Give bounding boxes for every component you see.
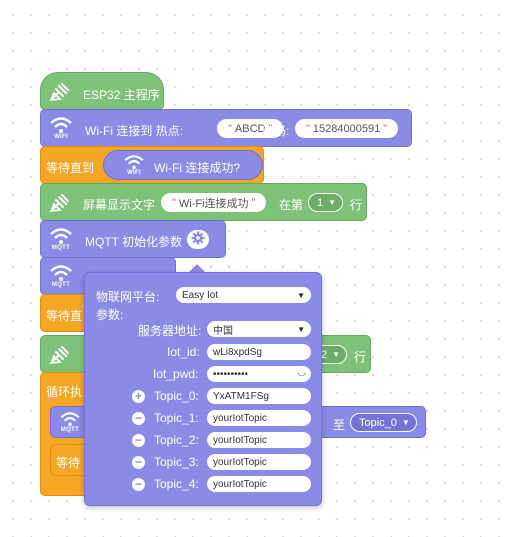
topic-label: Topic_2: bbox=[154, 433, 199, 447]
platform-label: 物联网平台: bbox=[96, 290, 160, 304]
hand-pointer-icon bbox=[47, 81, 73, 103]
chevron-down-icon: ▼ bbox=[401, 418, 410, 427]
row-dropdown[interactable]: 1 ▼ bbox=[308, 193, 344, 212]
eye-icon[interactable]: ◡ bbox=[297, 367, 306, 378]
wifi-icon: MQTT bbox=[55, 408, 85, 438]
wifi-icon: MQTT bbox=[45, 262, 77, 292]
topic-input[interactable]: YxATM1FSg bbox=[207, 388, 311, 404]
params-label: 参数: bbox=[96, 308, 124, 322]
topic-label: Topic_3: bbox=[154, 455, 199, 469]
wifi-connect-block[interactable]: WIFI Wi-Fi 连接到 热点: " ABCD " 密码: " 152840005… bbox=[40, 109, 412, 147]
topic-input[interactable]: yourIotTopic bbox=[207, 476, 311, 492]
remove-topic-button[interactable]: − bbox=[132, 434, 145, 447]
wifi-icon: MQTT bbox=[45, 225, 77, 255]
mutator-gear-button[interactable] bbox=[187, 230, 209, 249]
topic-input[interactable]: yourIotTopic bbox=[207, 410, 311, 426]
topic-dropdown[interactable]: Topic_0 ▼ bbox=[350, 413, 417, 432]
chevron-down-icon: ▼ bbox=[297, 290, 305, 300]
add-topic-button[interactable]: + bbox=[132, 390, 145, 403]
row-label: 行 bbox=[350, 198, 363, 212]
wifi-connected-label: Wi-Fi 连接成功? bbox=[154, 161, 240, 175]
wifi-icon: WIFI bbox=[118, 152, 150, 180]
password-input[interactable]: " 15284000591 " bbox=[295, 119, 399, 138]
screen-display-text-block[interactable]: 屏幕显示文字 " Wi-Fi连接成功 " 在第 1 ▼ 行 bbox=[40, 183, 367, 221]
iot-id-label: Iot_id: bbox=[167, 345, 200, 359]
chevron-down-icon: ▼ bbox=[328, 198, 337, 207]
password-label: 密码: bbox=[262, 124, 290, 138]
topic-input[interactable]: yourIotTopic bbox=[207, 454, 311, 470]
iot-pwd-label: Iot_pwd: bbox=[153, 367, 199, 381]
server-address-select[interactable]: 中国 ▼ bbox=[207, 321, 311, 337]
forever-loop-label: 循环执 bbox=[46, 385, 83, 399]
server-address-label: 服务器地址: bbox=[138, 324, 202, 338]
wifi-connect-label: Wi-Fi 连接到 热点: bbox=[85, 124, 183, 138]
iot-id-input[interactable]: wLi8xpdSg bbox=[207, 344, 311, 360]
iot-pwd-input[interactable]: •••••••••• ◡ bbox=[207, 366, 311, 382]
chevron-down-icon: ▼ bbox=[332, 350, 341, 359]
remove-topic-button[interactable]: − bbox=[132, 456, 145, 469]
esp32-main-hat-block[interactable]: ESP32 主程序 bbox=[40, 72, 164, 110]
wifi-connected-condition[interactable]: WIFI Wi-Fi 连接成功? bbox=[103, 150, 263, 180]
platform-select[interactable]: Easy Iot ▼ bbox=[176, 287, 311, 303]
wait-until-label: 等待直 bbox=[46, 309, 83, 323]
row-label: 行 bbox=[354, 350, 367, 364]
chevron-down-icon: ▼ bbox=[297, 324, 305, 334]
hand-pointer-icon bbox=[47, 192, 73, 214]
mqtt-init-label: MQTT 初始化参数 bbox=[85, 235, 183, 249]
mqtt-init-block[interactable]: MQTT MQTT 初始化参数 bbox=[40, 220, 226, 258]
topic-input[interactable]: yourIotTopic bbox=[207, 432, 311, 448]
mqtt-params-mutator: 物联网平台: Easy Iot ▼ 参数: 服务器地址: 中国 ▼ Iot_id: … bbox=[84, 272, 322, 506]
screen-text-label: 屏幕显示文字 bbox=[83, 198, 156, 212]
topic-label: Topic_0: bbox=[154, 389, 199, 403]
topic-label: Topic_4: bbox=[154, 477, 199, 491]
gear-icon bbox=[191, 231, 205, 248]
hand-pointer-icon bbox=[47, 344, 73, 366]
remove-topic-button[interactable]: − bbox=[132, 412, 145, 425]
to-label: 至 bbox=[333, 418, 346, 432]
wait-until-block[interactable]: 等待直到 WIFI Wi-Fi 连接成功? bbox=[40, 146, 264, 184]
wifi-icon: WIFI bbox=[45, 114, 77, 144]
at-row-label: 在第 bbox=[279, 198, 304, 212]
main-hat-label: ESP32 主程序 bbox=[83, 88, 160, 102]
screen-text-input[interactable]: " Wi-Fi连接成功 " bbox=[161, 193, 267, 212]
wait-until-label: 等待 bbox=[56, 456, 81, 470]
topic-label: Topic_1: bbox=[154, 411, 199, 425]
remove-topic-button[interactable]: − bbox=[132, 478, 145, 491]
wait-until-label: 等待直到 bbox=[46, 161, 95, 175]
